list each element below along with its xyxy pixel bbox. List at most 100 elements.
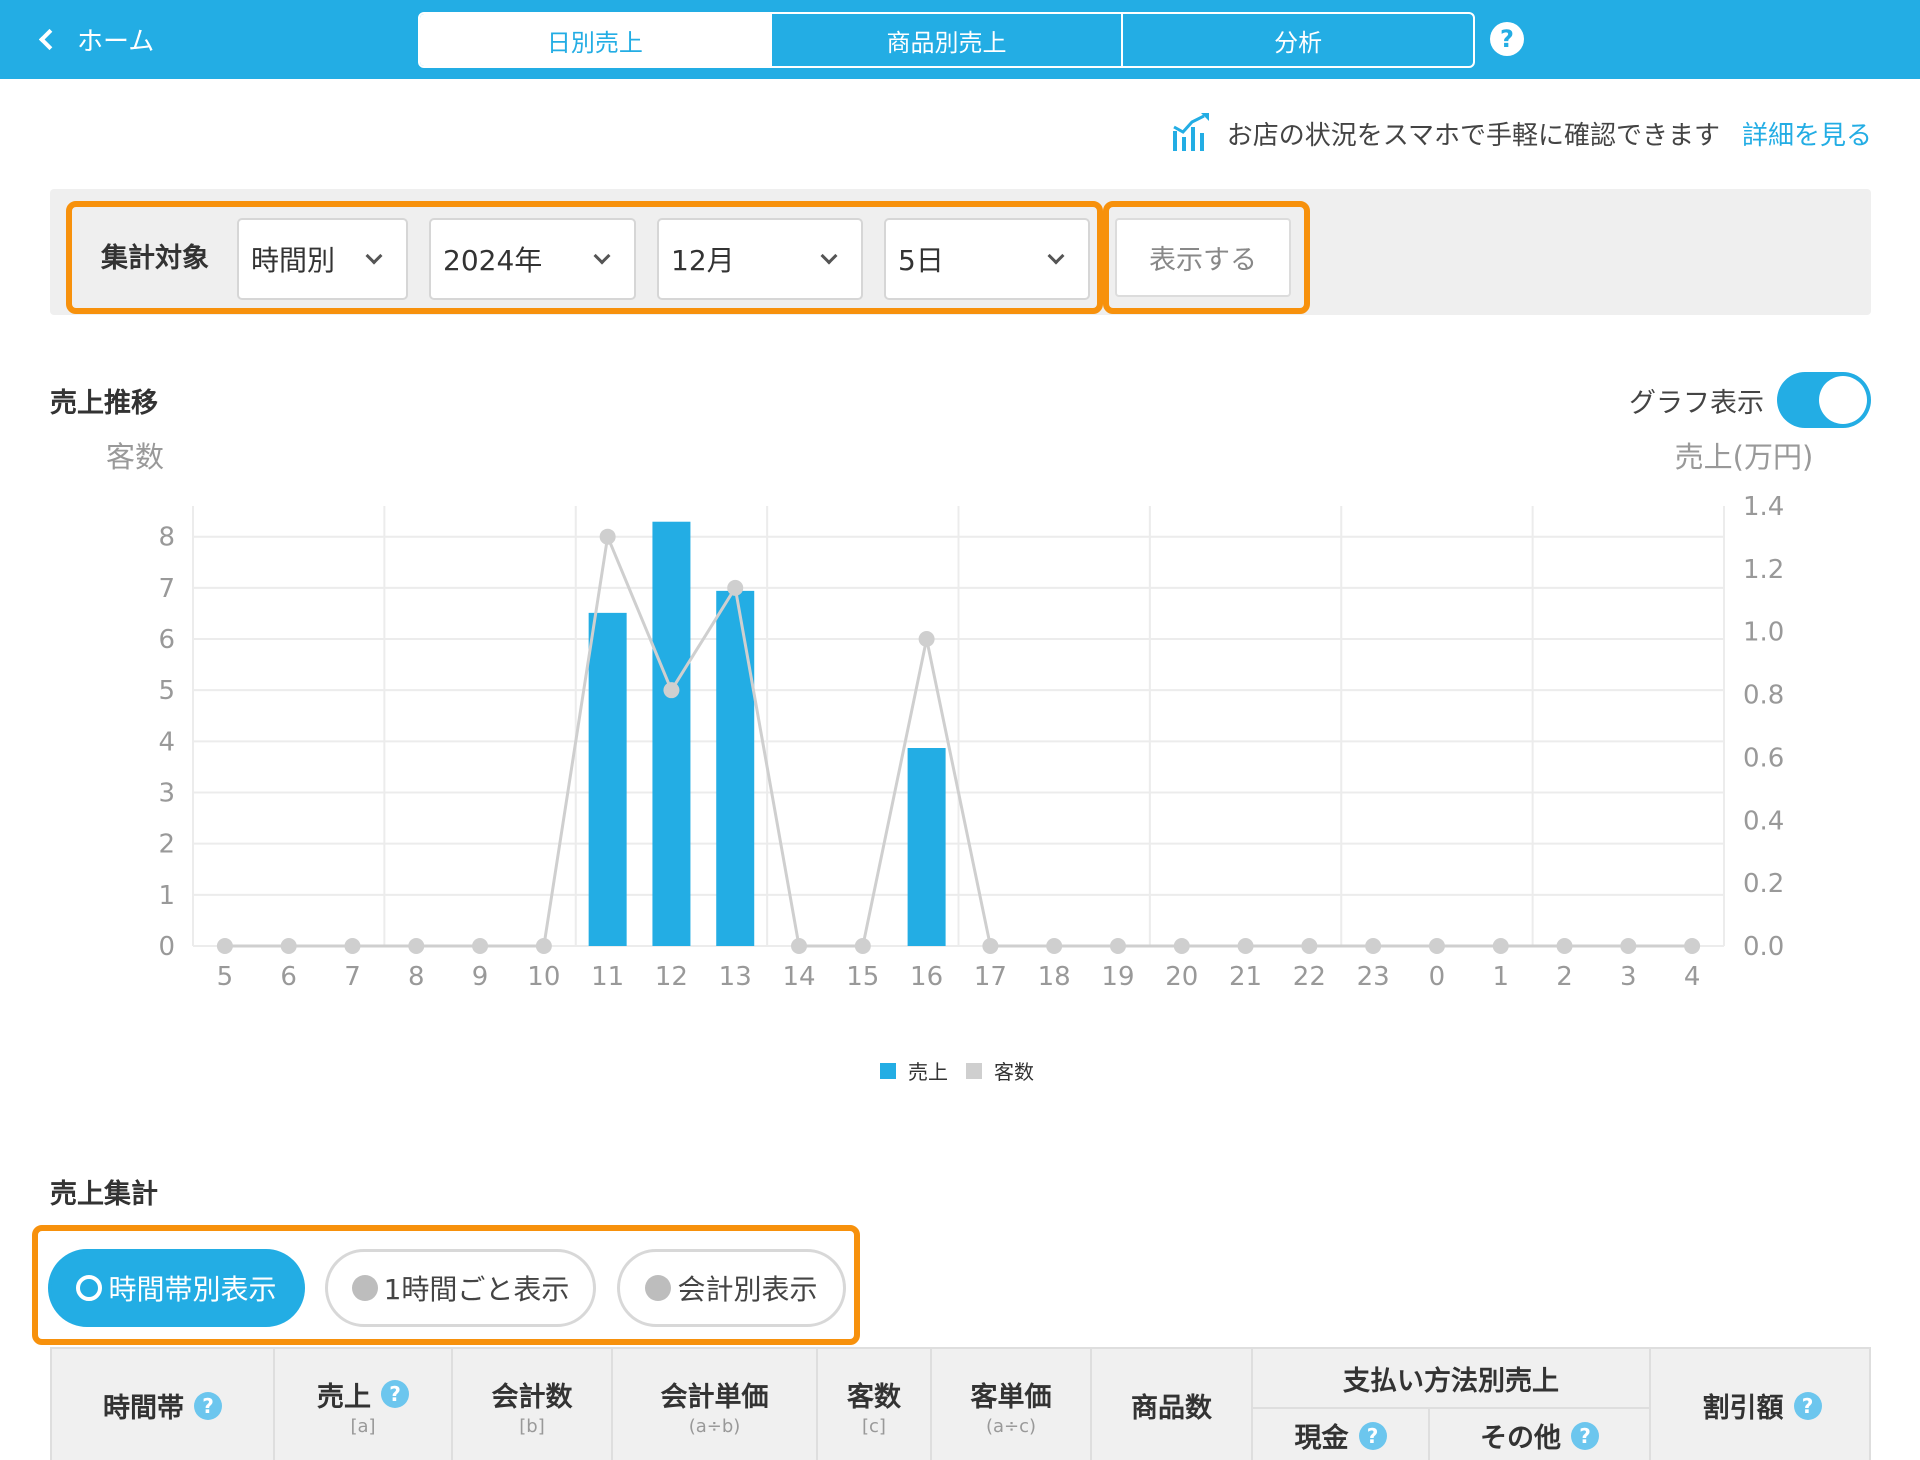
col-bill-count: 会計数 [b] <box>451 1349 611 1460</box>
x-tick-label: 8 <box>408 962 425 992</box>
col-customer-unit-price-sub: (a÷c) <box>985 1415 1037 1437</box>
promo-text: お店の状況をスマホで手軽に確認できます <box>1226 120 1720 151</box>
mode-select[interactable]: 時間別 <box>237 218 408 300</box>
col-customer-unit-price: 客単価 (a÷c) <box>930 1349 1090 1460</box>
radio-icon <box>351 1275 378 1301</box>
tab-daily-sales[interactable]: 日別売上 <box>420 14 770 66</box>
col-discount: 割引額? <box>1649 1349 1873 1460</box>
customer-point <box>1046 938 1063 954</box>
customer-point <box>1492 938 1509 954</box>
radio-icon <box>645 1275 672 1301</box>
customer-point <box>1301 938 1318 954</box>
x-tick-label: 20 <box>1165 962 1198 992</box>
mode-hourly-label: 1時間ごと表示 <box>383 1273 570 1306</box>
mode-time-slot-button[interactable]: 時間帯別表示 <box>48 1249 305 1327</box>
left-tick-label: 1 <box>158 881 175 911</box>
chevron-down-icon <box>365 247 383 265</box>
col-bill-unit-price: 会計単価 (a÷b) <box>611 1349 816 1460</box>
mode-select-value: 時間別 <box>251 244 336 277</box>
help-icon[interactable]: ? <box>194 1391 222 1420</box>
customer-point <box>472 938 489 954</box>
mode-per-bill-button[interactable]: 会計別表示 <box>617 1249 846 1327</box>
help-icon[interactable]: ? <box>1571 1421 1599 1450</box>
customer-point <box>599 528 616 545</box>
back-home-link[interactable]: ホーム <box>36 18 154 60</box>
left-tick-label: 6 <box>158 625 175 655</box>
legend-swatch-customers <box>966 1062 982 1079</box>
legend-label-customers: 客数 <box>994 1060 1034 1084</box>
col-bill-count-sub: [b] <box>519 1415 545 1437</box>
sales-bar <box>907 748 946 946</box>
col-cash-label: 現金 <box>1294 1423 1349 1454</box>
right-tick-label: 1.2 <box>1743 555 1784 585</box>
col-time-slot-label: 時間帯 <box>103 1393 184 1424</box>
tab-product-sales[interactable]: 商品別売上 <box>769 14 1122 66</box>
help-icon[interactable]: ? <box>1358 1421 1387 1450</box>
left-tick-label: 0 <box>158 932 175 962</box>
right-tick-label: 1.4 <box>1743 492 1784 522</box>
right-tick-label: 0.8 <box>1743 681 1784 711</box>
sales-bar <box>716 590 755 946</box>
col-sales-sub: [a] <box>350 1415 376 1437</box>
customer-point <box>535 938 552 954</box>
sales-trend-title: 売上推移 <box>50 388 158 419</box>
legend-label-sales: 売上 <box>908 1060 948 1084</box>
year-select[interactable]: 2024年 <box>429 218 636 300</box>
col-time-slot: 時間帯? <box>52 1349 273 1460</box>
legend-swatch-sales <box>880 1062 896 1079</box>
sales-bar <box>588 612 627 946</box>
col-bill-unit-price-label: 会計単価 <box>660 1381 769 1413</box>
app-promo-banner: お店の状況をスマホで手軽に確認できます 詳細を見る <box>1171 108 1872 158</box>
x-tick-label: 13 <box>719 962 752 992</box>
customer-point <box>663 682 680 699</box>
left-tick-label: 8 <box>158 523 175 553</box>
col-customers-label: 客数 <box>847 1381 901 1413</box>
tab-analysis[interactable]: 分析 <box>1121 14 1473 66</box>
customer-point <box>982 938 999 954</box>
help-icon[interactable]: ? <box>1490 22 1524 56</box>
x-tick-label: 12 <box>655 962 688 992</box>
radio-icon <box>76 1275 103 1301</box>
right-tick-label: 0.0 <box>1743 932 1784 962</box>
show-button[interactable]: 表示する <box>1115 218 1291 297</box>
col-item-count-label: 商品数 <box>1131 1393 1212 1424</box>
customer-point <box>791 938 808 954</box>
legend-item-sales: 売上 <box>880 1056 948 1085</box>
x-tick-label: 10 <box>527 962 560 992</box>
col-other: その他? <box>1428 1409 1649 1460</box>
back-home-label: ホーム <box>77 26 155 57</box>
x-tick-label: 4 <box>1684 962 1701 992</box>
graph-display-toggle[interactable] <box>1777 372 1871 428</box>
col-customers: 客数 [c] <box>816 1349 930 1460</box>
chevron-left-icon <box>38 28 61 50</box>
col-customer-unit-price-label: 客単価 <box>970 1381 1052 1413</box>
mode-hourly-button[interactable]: 1時間ごと表示 <box>325 1249 596 1327</box>
x-tick-label: 18 <box>1038 962 1071 992</box>
x-tick-label: 2 <box>1556 962 1573 992</box>
right-axis-label: 売上(万円) <box>1675 440 1814 474</box>
bar-chart-icon <box>1172 113 1209 151</box>
help-icon[interactable]: ? <box>1793 1391 1822 1420</box>
customer-point <box>1237 938 1254 954</box>
top-navigation-bar: ホーム 日別売上 商品別売上 分析 ? <box>0 0 1920 79</box>
x-tick-label: 9 <box>472 962 489 992</box>
x-tick-label: 21 <box>1229 962 1262 992</box>
customer-point <box>1173 938 1190 954</box>
month-select[interactable]: 12月 <box>657 218 863 300</box>
day-select-value: 5日 <box>898 244 944 277</box>
x-tick-label: 14 <box>782 962 815 992</box>
x-tick-label: 17 <box>974 962 1007 992</box>
mode-per-bill-label: 会計別表示 <box>677 1273 818 1306</box>
legend-item-customers: 客数 <box>966 1056 1034 1085</box>
col-payment-group: 支払い方法別売上 <box>1251 1349 1649 1409</box>
sales-trend-chart: 客数 売上(万円) 0123456780.00.20.40.60.81.01.2… <box>106 440 1814 992</box>
details-link[interactable]: 詳細を見る <box>1742 115 1872 152</box>
chevron-down-icon <box>1047 247 1065 265</box>
aggregation-target-label: 集計対象 <box>101 243 209 274</box>
left-axis-label: 客数 <box>106 440 164 474</box>
x-tick-label: 16 <box>910 962 943 992</box>
help-icon[interactable]: ? <box>381 1380 409 1408</box>
day-select[interactable]: 5日 <box>884 218 1090 300</box>
month-select-value: 12月 <box>671 244 735 277</box>
x-tick-label: 6 <box>280 962 297 992</box>
